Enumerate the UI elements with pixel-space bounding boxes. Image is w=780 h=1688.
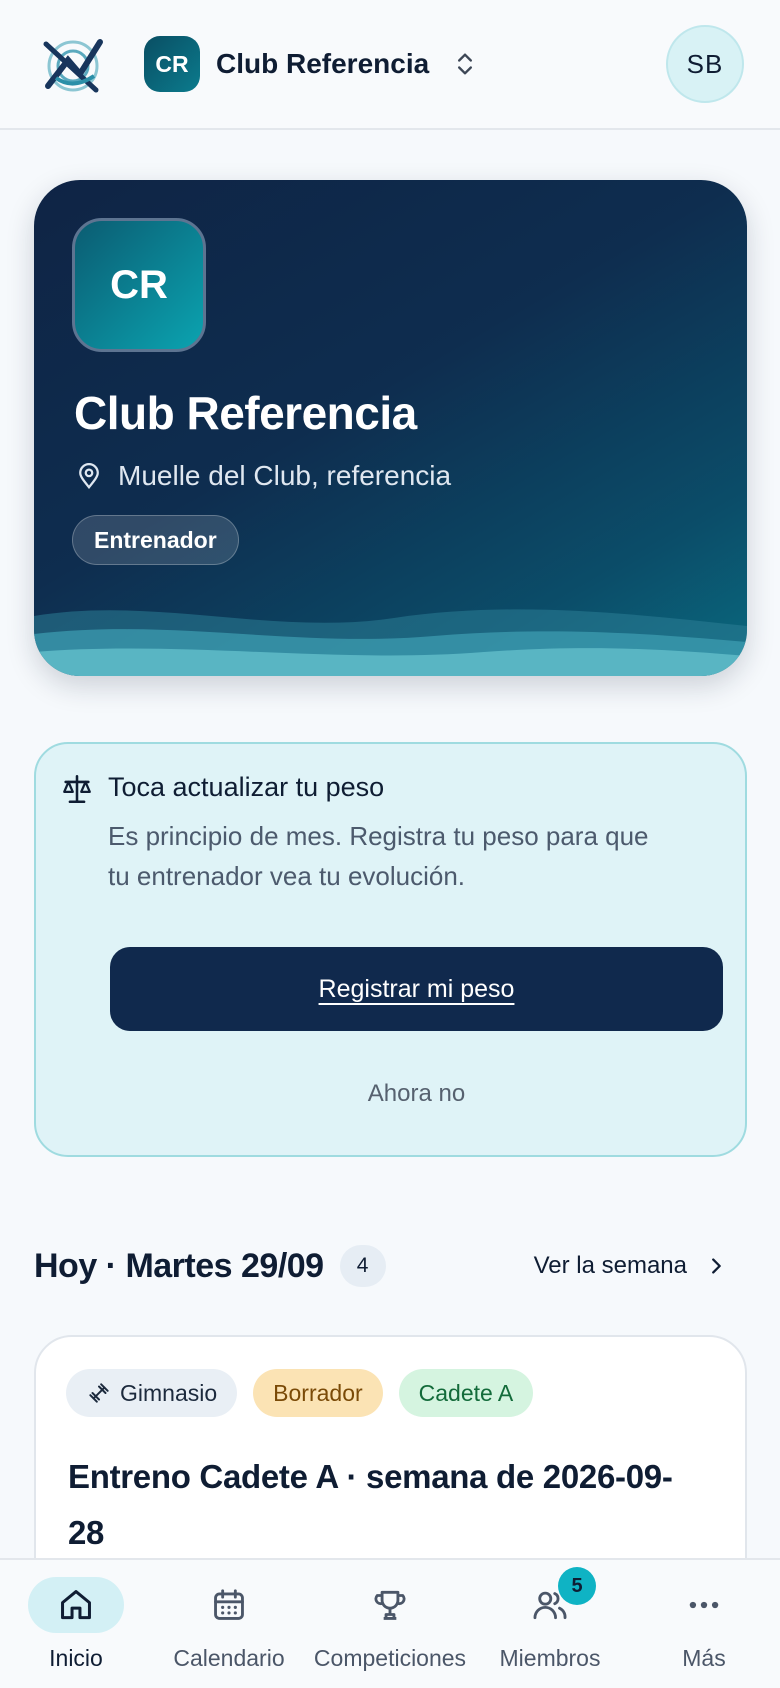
weight-reminder-text: Es principio de mes. Registra tu peso pa… (108, 821, 649, 891)
nav-item-mas[interactable]: Más (656, 1560, 752, 1688)
user-avatar[interactable]: SB (666, 25, 744, 103)
dismiss-button[interactable]: Ahora no (110, 1064, 723, 1124)
tag-gym-label: Gimnasio (120, 1379, 218, 1406)
chevron-up-down-icon (458, 53, 473, 75)
session-tags: Gimnasio Borrador Cadete A (66, 1369, 534, 1417)
weight-reminder-title: Toca actualizar tu peso (108, 772, 385, 802)
members-badge: 5 (558, 1567, 596, 1605)
location-text: Muelle del Club, referencia (118, 460, 452, 491)
club-switcher[interactable]: CR Club Referencia (144, 36, 479, 92)
trophy-icon (374, 1590, 406, 1620)
nav-label-inicio: Inicio (49, 1645, 103, 1671)
tag-gym: Gimnasio (66, 1369, 238, 1417)
chevron-right-icon (712, 1258, 721, 1274)
club-mini-badge: CR (144, 36, 200, 92)
bottom-nav: Inicio Calendario Competiciones 5 Miembr… (0, 1558, 780, 1688)
nav-label-calendario: Calendario (173, 1645, 285, 1671)
top-header: CR Club Referencia SB (0, 0, 780, 130)
club-hero-card: CR Club Referencia Muelle del Club, refe… (34, 180, 747, 676)
home-icon (61, 1590, 91, 1620)
register-weight-label: Registrar mi peso (318, 974, 515, 1003)
scale-icon (63, 774, 91, 804)
map-pin-icon (79, 463, 99, 490)
view-week-label: Ver la semana (533, 1252, 687, 1279)
nav-item-inicio[interactable]: Inicio (28, 1560, 124, 1688)
role-chip: Entrenador (72, 515, 239, 565)
nav-label-competiciones: Competiciones (313, 1645, 467, 1671)
club-title: Club Referencia (74, 387, 417, 439)
session-title: Entreno Cadete A · semana de 2026-09-28 (68, 1458, 673, 1551)
nav-item-calendario[interactable]: Calendario (163, 1560, 295, 1688)
today-title: Hoy · Martes 29/09 (34, 1246, 324, 1285)
calendar-icon (214, 1589, 244, 1620)
dumbbell-icon (89, 1383, 109, 1403)
sessions-count-badge: 4 (339, 1245, 386, 1287)
more-icon (689, 1601, 719, 1609)
tag-draft: Borrador (253, 1369, 383, 1417)
nav-item-miembros[interactable]: 5 Miembros (486, 1560, 614, 1688)
tag-team: Cadete A (398, 1369, 534, 1417)
nav-label-miembros: Miembros (499, 1645, 601, 1671)
weight-reminder-card: Toca actualizar tu peso Es principio de … (34, 742, 747, 1157)
today-section-header: Hoy · Martes 29/09 4 Ver la semana (34, 1240, 747, 1292)
app-logo-icon[interactable] (38, 30, 108, 100)
register-weight-button[interactable]: Registrar mi peso (110, 947, 723, 1031)
wave-decoration (34, 609, 747, 676)
nav-label-mas: Más (682, 1645, 726, 1671)
club-location: Muelle del Club, referencia (74, 460, 451, 492)
club-badge: CR (72, 218, 206, 352)
view-week-link[interactable]: Ver la semana (534, 1240, 727, 1292)
nav-item-competiciones[interactable]: Competiciones (306, 1560, 474, 1688)
club-name: Club Referencia (216, 48, 430, 79)
